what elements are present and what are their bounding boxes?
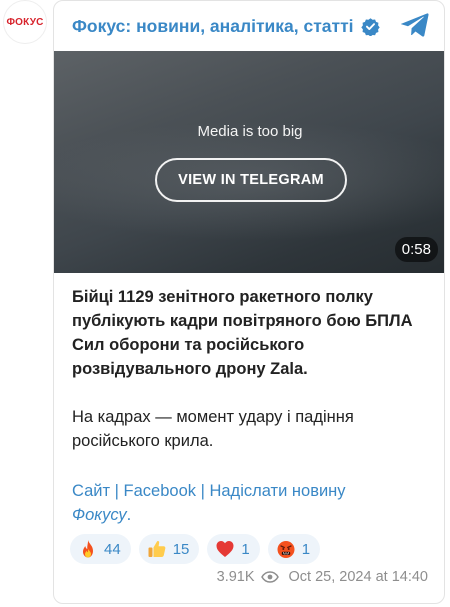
post-timestamp-link[interactable]: Oct 25, 2024 at 14:40 [289, 569, 428, 585]
send-news-link[interactable]: Надіслати новину [209, 482, 345, 500]
fire-icon [83, 540, 93, 558]
focus-link[interactable]: Фокусу [72, 506, 127, 524]
reaction-heart[interactable]: 1 [207, 534, 260, 564]
reaction-count: 1 [301, 540, 311, 558]
views-count: 3.91K [216, 569, 255, 585]
facebook-link[interactable]: Facebook [124, 482, 196, 500]
telegram-logo-icon[interactable] [400, 11, 430, 39]
video-preview[interactable]: Media is too big VIEW IN TELEGRAM 0:58 [54, 51, 444, 273]
reaction-count: 15 [172, 540, 190, 558]
reaction-thumbs-up[interactable]: 15 [138, 534, 200, 564]
channel-avatar[interactable]: ФОКУС [3, 0, 47, 44]
post-card: Фокус: новини, аналітика, статті Media i… [53, 0, 445, 604]
post-paragraph-headline: Бійці 1129 зенітного ракетного полку пуб… [72, 288, 413, 378]
link-separator: | [110, 482, 124, 500]
post-links: Сайт | Facebook | Надіслати новину Фокус… [72, 479, 432, 527]
reaction-count: 1 [241, 540, 250, 558]
verified-badge-icon [360, 17, 380, 36]
site-link[interactable]: Сайт [72, 482, 110, 500]
view-in-telegram-button[interactable]: VIEW IN TELEGRAM [155, 158, 347, 202]
red-heart-icon [216, 541, 234, 557]
reaction-count: 44 [104, 540, 121, 558]
angry-face-icon [277, 541, 295, 558]
video-duration-badge: 0:58 [394, 237, 438, 262]
media-too-big-text: Media is too big [197, 123, 303, 140]
channel-name-link[interactable]: Фокус: новини, аналітика, статті [72, 16, 354, 37]
eye-icon [260, 571, 279, 583]
post-paragraph-body: На кадрах — момент удару і падіння росій… [72, 408, 354, 450]
trailing-period: . [126, 506, 132, 524]
thumbs-up-icon [148, 540, 166, 557]
reactions-bar: 44 15 1 1 [70, 534, 321, 564]
post-meta: 3.91K Oct 25, 2024 at 14:40 [217, 569, 428, 585]
reaction-fire[interactable]: 44 [70, 534, 131, 564]
avatar-logo-text: ФОКУС [6, 16, 44, 28]
link-separator: | [196, 482, 210, 500]
reaction-angry[interactable]: 1 [267, 534, 321, 564]
post-text: Бійці 1129 зенітного ракетного полку пуб… [72, 285, 432, 453]
post-header: Фокус: новини, аналітика, статті [54, 1, 444, 51]
